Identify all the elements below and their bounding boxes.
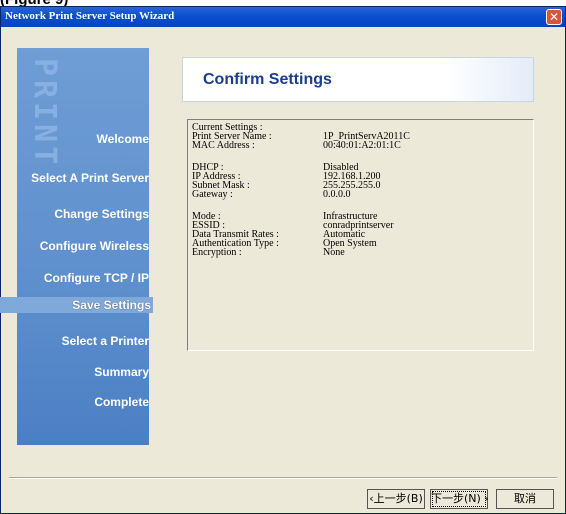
page-title: Confirm Settings: [203, 71, 332, 88]
sidebar-item-9: Complete: [94, 395, 149, 409]
sidebar-item-5: Configure TCP / IP: [43, 271, 149, 285]
wizard-window: Network Print Server Setup Wizard ✕ PRIN…: [0, 6, 566, 514]
print-watermark: PRINT: [27, 58, 62, 169]
sidebar-item-7: Select a Printer: [61, 334, 149, 348]
settings-summary-box: Current Settings : Print Server Name :1P…: [187, 119, 534, 351]
cancel-button[interactable]: 取消: [496, 489, 554, 509]
setting-value: 00:40:01:A2:01:1C: [323, 140, 401, 151]
sidebar-item-3: Change Settings: [54, 207, 149, 221]
setting-label: Gateway :: [192, 189, 233, 200]
page-header: Confirm Settings: [182, 57, 534, 102]
next-button[interactable]: 下一步(N) ›: [430, 489, 489, 509]
sidebar-item-6: Save Settings: [0, 297, 153, 313]
setting-label: Encryption :: [192, 247, 242, 258]
sidebar-item-1: Welcome: [96, 132, 149, 146]
setting-value: 0.0.0.0: [323, 189, 351, 200]
title-bar[interactable]: Network Print Server Setup Wizard ✕: [1, 7, 565, 27]
sidebar-item-2: Select A Print Server: [31, 171, 149, 185]
button-separator: [9, 477, 557, 479]
close-icon[interactable]: ✕: [546, 9, 562, 25]
setting-label: MAC Address :: [192, 140, 255, 151]
back-button[interactable]: ‹上一步(B): [367, 489, 425, 509]
sidebar-item-4: Configure Wireless: [39, 239, 149, 253]
window-title: Network Print Server Setup Wizard: [5, 10, 175, 22]
sidebar-item-8: Summary: [94, 365, 149, 379]
setting-value: None: [323, 247, 345, 258]
